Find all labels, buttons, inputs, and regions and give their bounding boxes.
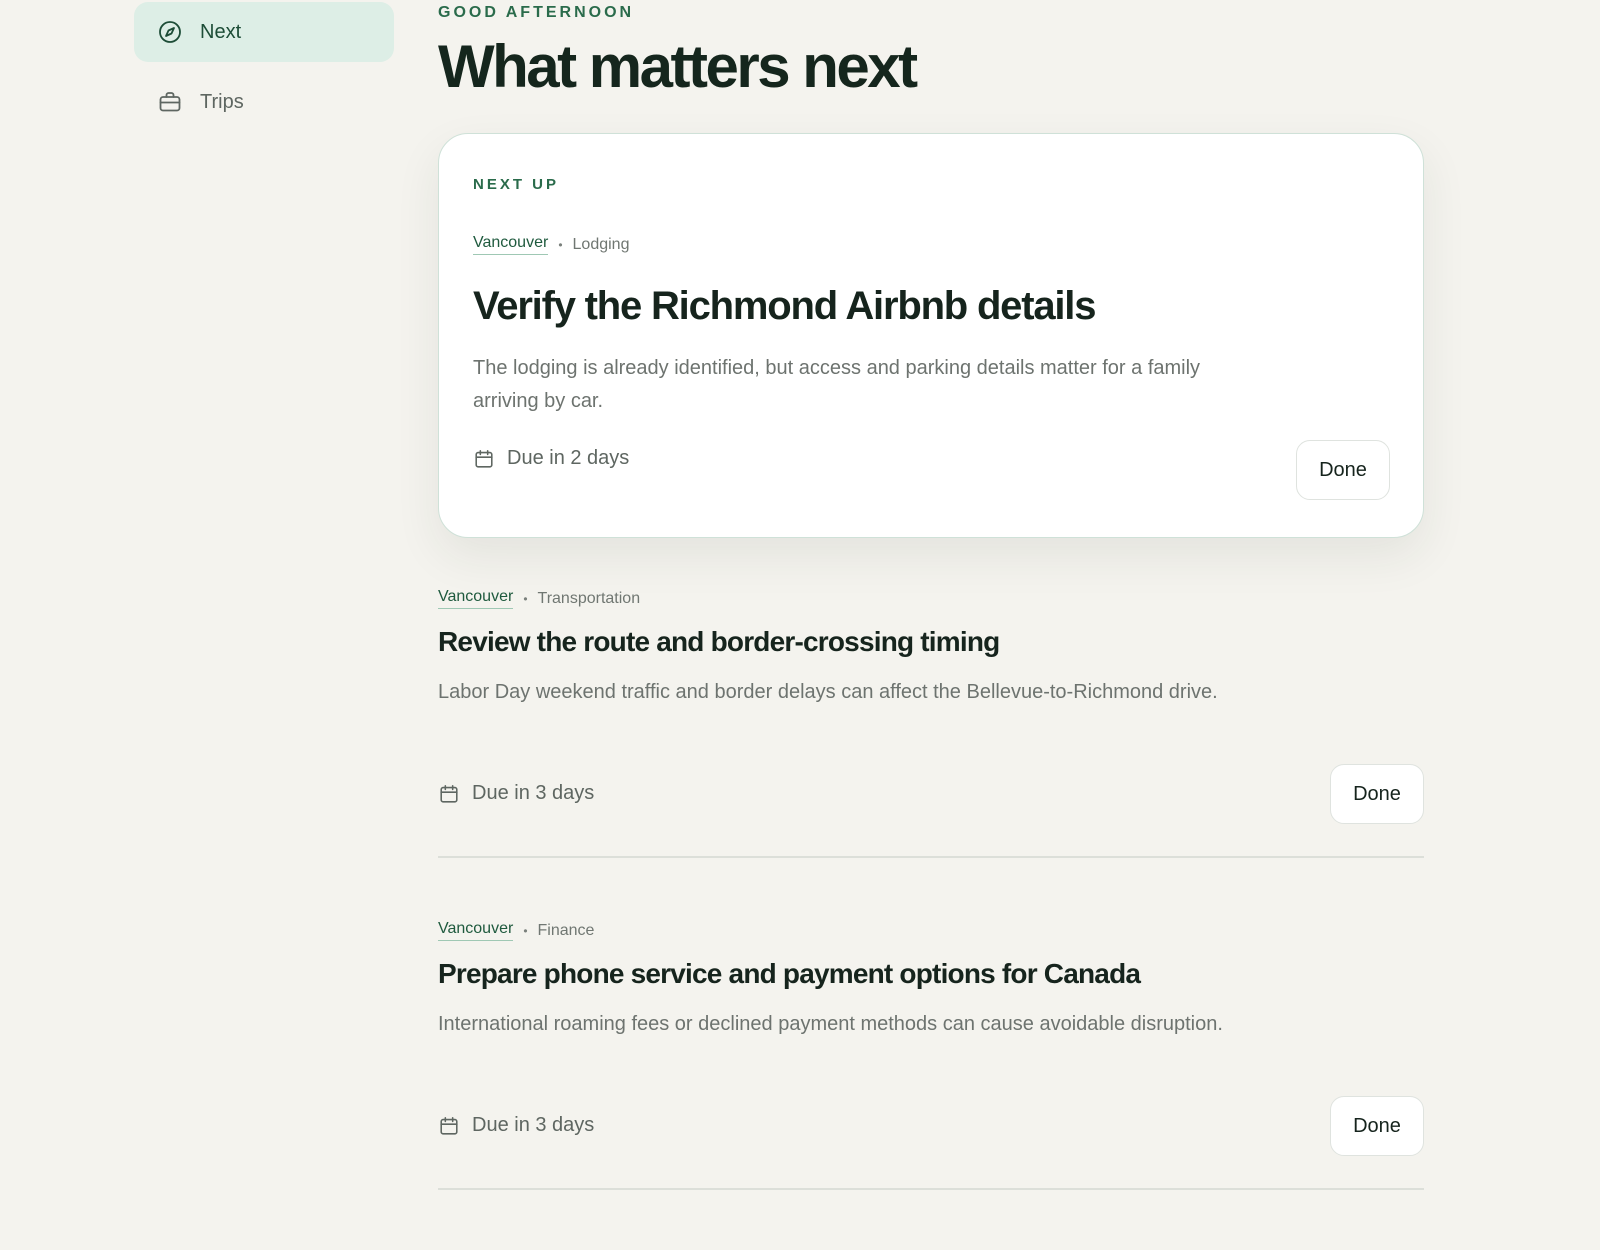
task-meta: Vancouver • Transportation	[438, 588, 640, 609]
sidebar-item-next[interactable]: Next	[134, 2, 394, 62]
calendar-icon	[473, 448, 495, 470]
sidebar-item-trips[interactable]: Trips	[134, 72, 394, 132]
calendar-icon	[438, 1115, 460, 1137]
separator-dot: •	[558, 237, 563, 252]
task-category: Lodging	[572, 235, 630, 253]
separator-dot: •	[523, 923, 528, 938]
divider	[438, 1188, 1424, 1190]
divider	[438, 856, 1424, 858]
task-description: Labor Day weekend traffic and border del…	[438, 681, 1218, 703]
separator-dot: •	[523, 591, 528, 606]
due-text: Due in 3 days	[472, 1114, 595, 1136]
task-title: Prepare phone service and payment option…	[438, 958, 1141, 989]
compass-icon	[158, 20, 182, 44]
task-title: Review the route and border-crossing tim…	[438, 626, 1000, 657]
done-button[interactable]: Done	[1296, 440, 1390, 500]
sidebar: Next Trips	[134, 0, 394, 132]
task-meta: Vancouver • Finance	[438, 920, 594, 941]
calendar-icon	[438, 783, 460, 805]
trip-link[interactable]: Vancouver	[438, 588, 514, 609]
task-description: International roaming fees or declined p…	[438, 1013, 1223, 1035]
done-button[interactable]: Done	[1330, 764, 1424, 824]
sidebar-item-label: Trips	[200, 90, 244, 113]
sidebar-item-label: Next	[200, 20, 242, 43]
task-description: The lodging is already identified, but a…	[473, 357, 1201, 412]
trip-link[interactable]: Vancouver	[473, 234, 549, 255]
task-category: Finance	[537, 921, 595, 939]
page-title: What matters next	[438, 33, 918, 100]
due-date: Due in 3 days	[438, 1114, 594, 1137]
done-button[interactable]: Done	[1330, 1096, 1424, 1156]
briefcase-icon	[158, 90, 182, 114]
next-up-label: NEXT UP	[473, 176, 560, 193]
task-category: Transportation	[537, 589, 641, 607]
next-up-card: NEXT UP Vancouver • Lodging Verify the R…	[438, 133, 1424, 538]
due-date: Due in 2 days	[473, 447, 629, 470]
due-date: Due in 3 days	[438, 782, 594, 805]
due-text: Due in 2 days	[507, 447, 630, 469]
greeting: GOOD AFTERNOON	[438, 4, 635, 21]
trip-link[interactable]: Vancouver	[438, 920, 514, 941]
task-title: Verify the Richmond Airbnb details	[473, 284, 1096, 328]
task-meta: Vancouver • Lodging	[473, 234, 629, 255]
due-text: Due in 3 days	[472, 782, 595, 804]
